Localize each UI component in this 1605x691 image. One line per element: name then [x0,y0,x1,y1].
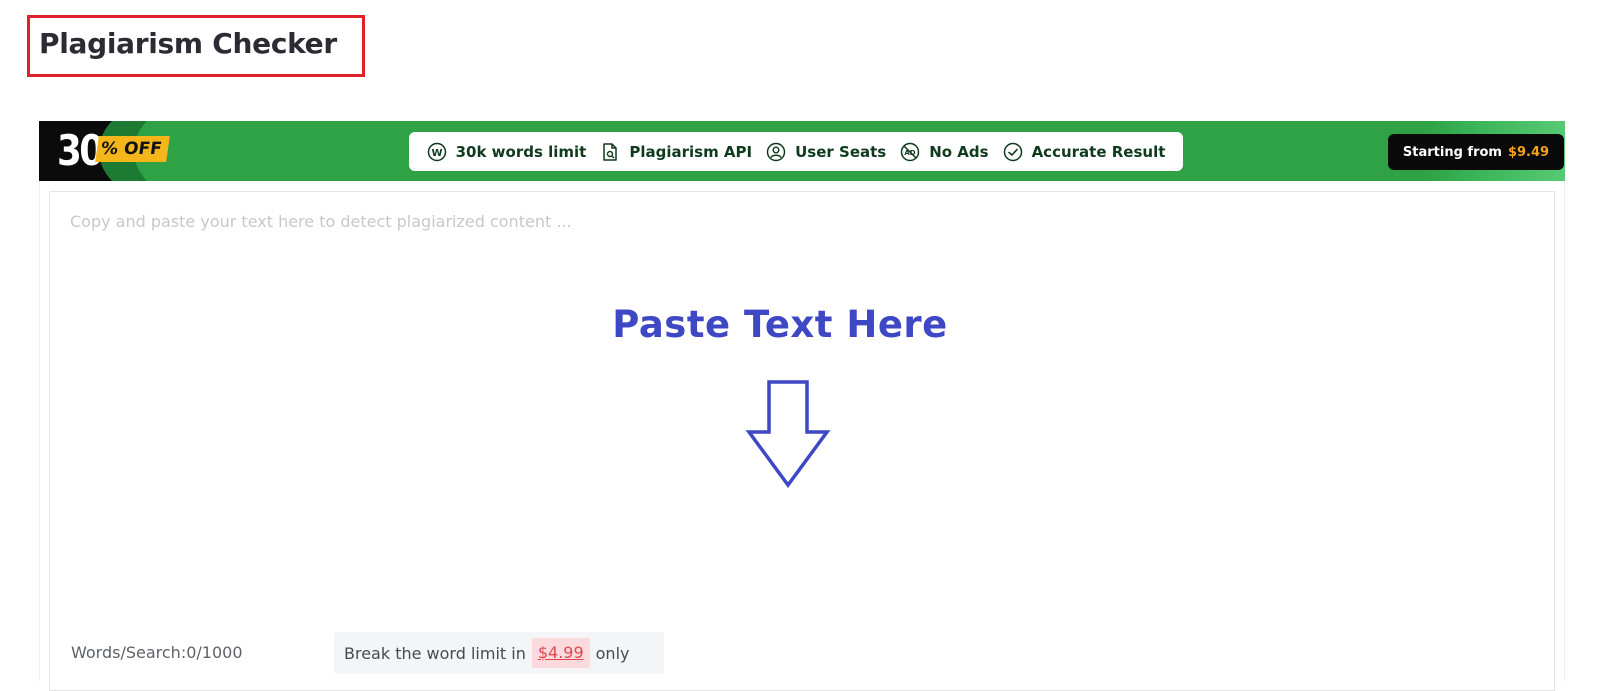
feature-no-ads: AD No Ads [900,142,989,162]
feature-label: 30k words limit [455,142,587,161]
cta-price: $9.49 [1507,144,1550,160]
upgrade-price-link[interactable]: $4.99 [531,638,590,668]
feature-list[interactable]: W 30k words limit Plagiarism API User Se… [409,132,1183,171]
cta-label: Starting from [1402,144,1502,160]
starting-from-button[interactable]: Starting from $9.49 [1388,134,1564,170]
word-circle-icon: W [427,142,446,161]
feature-label: Plagiarism API [629,142,753,161]
upgrade-banner: Break the word limit in $4.99 only [334,632,664,674]
feature-label: No Ads [929,142,989,161]
document-search-icon [603,142,618,161]
text-input[interactable] [70,210,1530,590]
word-count: Words/Search:0/1000 [71,643,243,662]
feature-label: User Seats [795,142,887,161]
discount-off-label: % OFF [95,136,170,162]
feature-user-seats: User Seats [766,142,886,162]
feature-word-limit: W 30k words limit [427,142,587,162]
promo-banner[interactable]: 30 % OFF W 30k words limit Plagiarism AP… [39,121,1565,181]
page-title: Plagiarism Checker [39,27,337,60]
feature-plagiarism-api: Plagiarism API [600,142,752,162]
text-editor[interactable] [49,191,1555,691]
check-circle-icon [1003,142,1022,161]
feature-label: Accurate Result [1031,142,1166,161]
discount-number: 30 [57,126,104,175]
feature-accurate-result: Accurate Result [1003,142,1166,162]
upgrade-suffix: only [595,643,630,663]
no-ads-icon: AD [900,142,920,161]
discount-badge[interactable]: 30 % OFF [39,121,189,181]
svg-text:W: W [431,148,442,159]
upgrade-prefix: Break the word limit in [344,643,526,663]
user-circle-icon [766,142,786,161]
